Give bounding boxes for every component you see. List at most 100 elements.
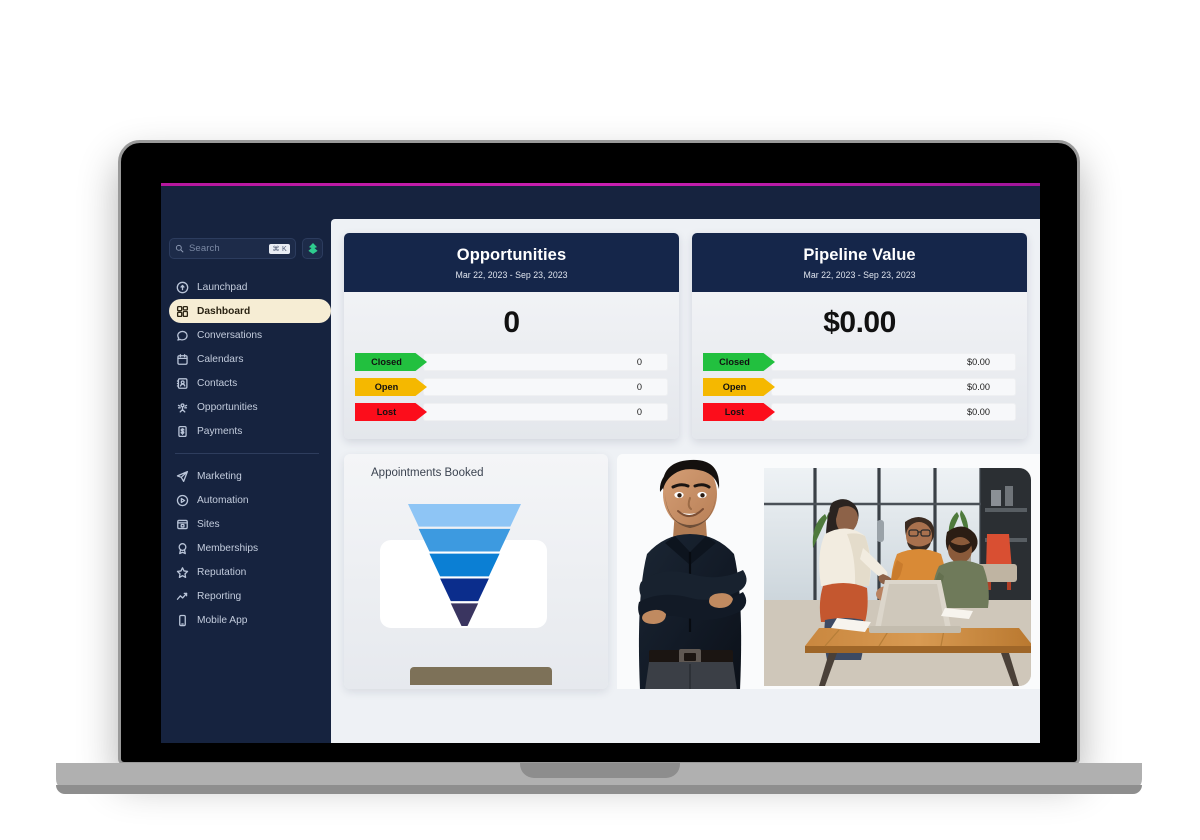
sidebar-item-reputation[interactable]: Reputation (169, 560, 331, 584)
stat-value: $0.00 (771, 403, 1016, 421)
funnel-segment-4 (440, 578, 489, 602)
appointments-booked-widget[interactable]: Appointments Booked (344, 454, 608, 689)
play-circle-icon (176, 494, 189, 506)
search-shortcut-badge: ⌘ K (269, 243, 290, 254)
foreground-person-photo (619, 454, 764, 689)
sidebar-item-label: Calendars (197, 353, 244, 365)
dashboard-grid-icon (176, 305, 189, 317)
dashboard-content: Opportunities Mar 22, 2023 - Sep 23, 2023… (331, 219, 1040, 743)
stat-tag-open: Open (703, 378, 775, 396)
paper-plane-icon (176, 470, 189, 482)
search-icon (175, 244, 184, 253)
laptop-mockup: Search ⌘ K Launchpad Dashboard Conversatio… (0, 0, 1200, 840)
kpi-card-opportunities[interactable]: Opportunities Mar 22, 2023 - Sep 23, 2023… (344, 233, 679, 439)
stat-value: $0.00 (771, 353, 1016, 371)
stat-row: Lost $0.00 (703, 403, 1016, 421)
lower-widgets-row: Appointments Booked (331, 439, 1040, 689)
laptop-base-lip (56, 785, 1142, 794)
partial-card-below (410, 667, 552, 685)
calendar-icon (177, 353, 188, 365)
stat-row: Lost 0 (355, 403, 668, 421)
stat-row: Open 0 (355, 378, 668, 396)
kpi-card-header: Opportunities Mar 22, 2023 - Sep 23, 2023 (344, 233, 679, 292)
sidebar-item-label: Reporting (197, 590, 242, 602)
laptop-lid: Search ⌘ K Launchpad Dashboard Conversatio… (118, 140, 1080, 765)
sidebar-item-automation[interactable]: Automation (169, 488, 331, 512)
kpi-card-title: Pipeline Value (803, 246, 916, 264)
sidebar-item-reporting[interactable]: Reporting (169, 584, 331, 608)
sidebar-item-label: Mobile App (197, 614, 248, 626)
search-input[interactable]: Search ⌘ K (169, 238, 296, 259)
stat-tag-closed: Closed (703, 353, 775, 371)
stat-row: Closed 0 (355, 353, 668, 371)
kpi-total-value: $0.00 (823, 306, 896, 339)
sidebar-item-marketing[interactable]: Marketing (169, 464, 331, 488)
sidebar-item-label: Reputation (197, 566, 247, 578)
sidebar-item-label: Payments (197, 425, 243, 437)
funnel-title: Appointments Booked (371, 467, 484, 479)
sidebar-item-conversations[interactable]: Conversations (169, 323, 331, 347)
sidebar-item-opportunities[interactable]: Opportunities (169, 395, 331, 419)
kpi-cards-row: Opportunities Mar 22, 2023 - Sep 23, 2023… (331, 219, 1040, 439)
stat-tag-open: Open (355, 378, 427, 396)
stat-tag-lost: Lost (355, 403, 427, 421)
stat-row: Closed $0.00 (703, 353, 1016, 371)
sidebar-item-label: Marketing (197, 470, 242, 482)
kpi-card-header: Pipeline Value Mar 22, 2023 - Sep 23, 202… (692, 233, 1027, 292)
sidebar-item-dashboard[interactable]: Dashboard (169, 299, 331, 323)
stat-tag-lost: Lost (703, 403, 775, 421)
secondary-nav: Marketing Automation Sites Memberships Reput… (161, 464, 331, 632)
app-screen: Search ⌘ K Launchpad Dashboard Conversatio… (161, 183, 1040, 743)
payments-icon (178, 425, 187, 437)
funnel-segment-1 (408, 504, 521, 527)
sidebar-item-label: Memberships (197, 542, 259, 554)
primary-nav: Launchpad Dashboard Conversations Calendars… (161, 275, 331, 443)
sidebar-item-label: Conversations (197, 329, 263, 341)
sidebar-item-label: Contacts (197, 377, 238, 389)
funnel-segment-2 (418, 528, 511, 552)
sidebar: Search ⌘ K Launchpad Dashboard Conversatio… (161, 186, 331, 743)
sidebar-item-label: Opportunities (197, 401, 258, 413)
funnel-segment-5 (450, 603, 479, 626)
sidebar-item-label: Sites (197, 518, 220, 530)
kpi-date-range: Mar 22, 2023 - Sep 23, 2023 (803, 270, 916, 280)
award-badge-icon (178, 542, 187, 554)
stat-value: 0 (423, 353, 668, 371)
sidebar-item-calendars[interactable]: Calendars (169, 347, 331, 371)
mobile-phone-icon (179, 614, 186, 626)
opportunities-icon (177, 402, 188, 413)
sidebar-item-label: Dashboard (197, 305, 251, 317)
sidebar-item-contacts[interactable]: Contacts (169, 371, 331, 395)
stat-value: 0 (423, 378, 668, 396)
contacts-book-icon (176, 377, 188, 389)
kpi-card-pipeline-value[interactable]: Pipeline Value Mar 22, 2023 - Sep 23, 202… (692, 233, 1027, 439)
sidebar-item-mobile-app[interactable]: Mobile App (169, 608, 331, 632)
nav-divider (175, 453, 319, 454)
funnel-chart (408, 504, 521, 626)
quick-action-button[interactable] (302, 238, 323, 259)
sidebar-item-sites[interactable]: Sites (169, 512, 331, 536)
sidebar-search-row: Search ⌘ K (161, 238, 331, 259)
sidebar-item-launchpad[interactable]: Launchpad (169, 275, 331, 299)
laptop-base-notch (520, 763, 680, 778)
promo-media-panel (617, 454, 1040, 689)
funnel-segment-3 (429, 553, 500, 577)
sidebar-item-memberships[interactable]: Memberships (169, 536, 331, 560)
sidebar-item-label: Launchpad (197, 281, 248, 293)
stat-value: 0 (423, 403, 668, 421)
browser-window-icon (177, 519, 188, 529)
kpi-total-value: 0 (503, 306, 520, 339)
star-icon (176, 566, 189, 578)
stat-tag-closed: Closed (355, 353, 427, 371)
trend-up-icon (176, 592, 188, 600)
chat-bubble-icon (177, 330, 188, 341)
sidebar-item-payments[interactable]: Payments (169, 419, 331, 443)
search-placeholder: Search (189, 243, 220, 254)
office-team-photo (729, 468, 1031, 686)
sidebar-item-label: Automation (197, 494, 249, 506)
top-accent-bar (161, 183, 1040, 186)
launchpad-icon (176, 281, 189, 293)
stat-row: Open $0.00 (703, 378, 1016, 396)
kpi-date-range: Mar 22, 2023 - Sep 23, 2023 (455, 270, 568, 280)
bolt-icon (307, 243, 318, 254)
